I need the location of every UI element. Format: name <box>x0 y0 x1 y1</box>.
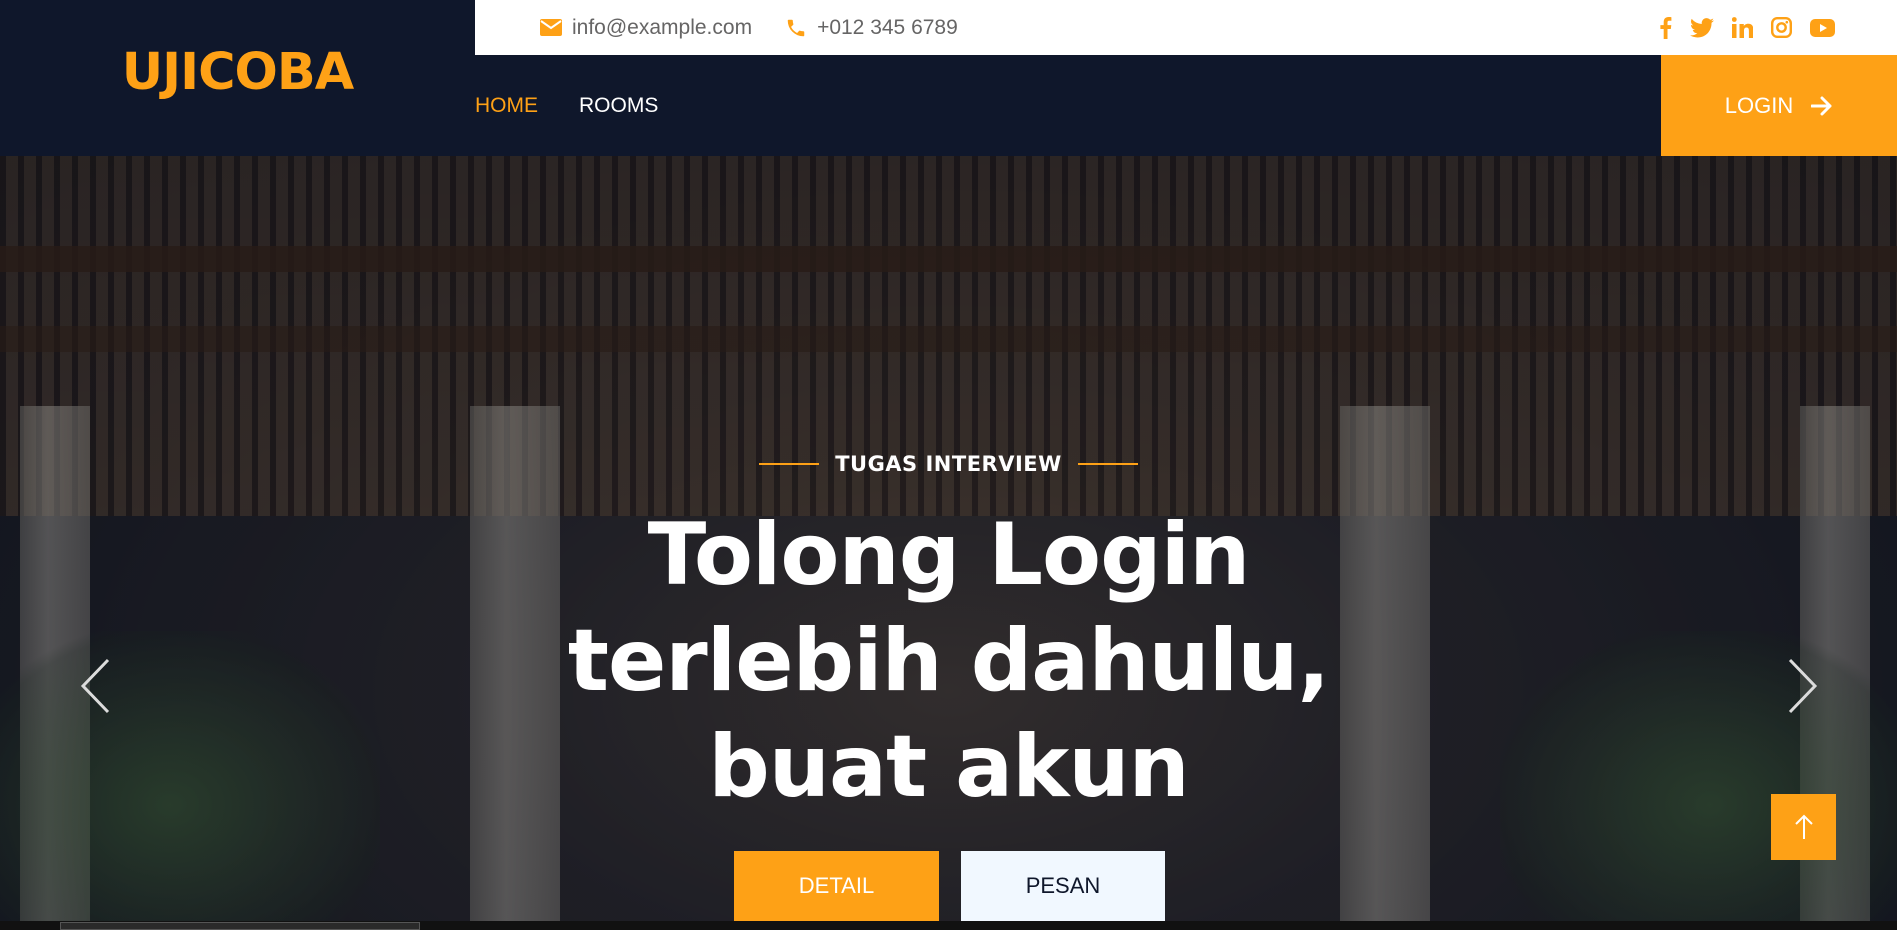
subtitle-line-left <box>759 463 820 465</box>
youtube-icon[interactable] <box>1810 18 1835 37</box>
contact-phone: +012 345 6789 <box>785 16 958 40</box>
nav-home[interactable]: HOME <box>475 94 538 118</box>
back-to-top-button[interactable] <box>1771 794 1836 860</box>
top-info-bar: info@example.com +012 345 6789 <box>475 0 1897 55</box>
hero-headline-line: Tolong Login <box>647 505 1251 605</box>
instagram-icon[interactable] <box>1771 17 1792 38</box>
arrow-right-icon <box>1811 96 1832 115</box>
hero-headline-line: terlebih dahulu, <box>567 611 1330 711</box>
carousel-next-button[interactable] <box>1783 656 1823 716</box>
hero-headline-line: buat akun <box>708 717 1190 817</box>
hero-headline: Tolong Login terlebih dahulu, buat akun <box>0 502 1897 820</box>
phone-text: +012 345 6789 <box>817 15 958 39</box>
main-navbar: HOME ROOMS LOGIN <box>475 55 1897 156</box>
bottom-strip <box>0 921 1897 930</box>
twitter-icon[interactable] <box>1690 17 1714 38</box>
carousel-prev-button[interactable] <box>75 656 115 716</box>
hero-carousel: TUGAS INTERVIEW Tolong Login terlebih da… <box>0 156 1897 921</box>
social-links <box>1659 16 1835 39</box>
bottom-thumbnail <box>60 922 420 930</box>
subtitle-line-right <box>1077 463 1138 465</box>
hero-subtitle: TUGAS INTERVIEW <box>835 452 1062 476</box>
phone-icon <box>787 19 805 36</box>
chevron-left-icon <box>80 658 110 714</box>
nav-rooms[interactable]: ROOMS <box>579 94 658 118</box>
brand-logo[interactable]: UJICOBA <box>0 0 475 156</box>
linkedin-icon[interactable] <box>1732 17 1753 38</box>
chevron-right-icon <box>1788 658 1818 714</box>
facebook-icon[interactable] <box>1659 16 1672 39</box>
login-button[interactable]: LOGIN <box>1661 55 1897 156</box>
login-label: LOGIN <box>1724 92 1794 118</box>
email-text: info@example.com <box>572 15 753 39</box>
contact-email: info@example.com <box>540 16 752 40</box>
pesan-button[interactable]: PESAN <box>961 851 1165 921</box>
brand-name[interactable]: UJICOBA <box>122 43 354 102</box>
detail-button[interactable]: DETAIL <box>734 851 939 921</box>
arrow-up-icon <box>1794 814 1813 839</box>
hero-subtitle-row: TUGAS INTERVIEW <box>0 452 1897 476</box>
envelope-icon <box>540 19 562 36</box>
